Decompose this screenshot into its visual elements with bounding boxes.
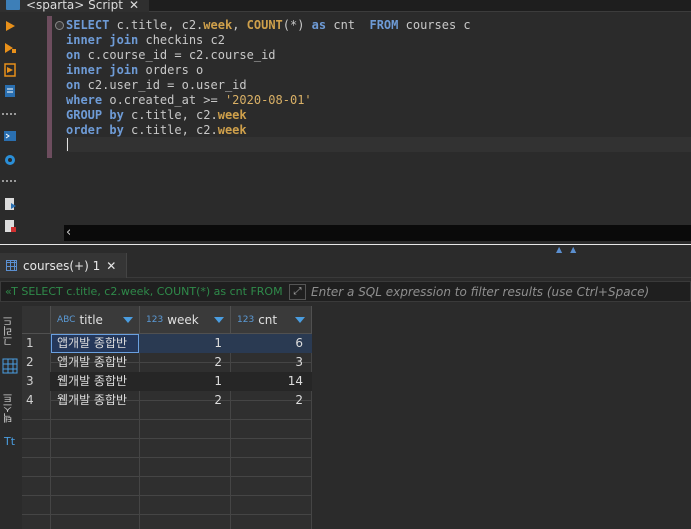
scroll-left-icon[interactable]: ‹ bbox=[66, 225, 71, 241]
sql-script-icon bbox=[6, 0, 20, 10]
fold-marker-icon[interactable] bbox=[55, 21, 64, 30]
editor-tab-strip: <sparta> Script ✕ bbox=[0, 0, 691, 12]
table-row[interactable]: 2 앱개발 종합반 2 3 bbox=[22, 353, 312, 372]
sort-dropdown-icon[interactable] bbox=[123, 317, 133, 323]
svg-text:Tt: Tt bbox=[3, 435, 16, 448]
text-view-tab[interactable]: 텍스트 bbox=[2, 388, 18, 428]
column-header-week[interactable]: 123 week bbox=[140, 306, 231, 334]
toolbar-separator bbox=[2, 180, 16, 182]
cell-title[interactable]: 웹개발 종합반 bbox=[51, 372, 139, 391]
sql-line-2: inner join checkins c2 bbox=[66, 33, 225, 47]
sql-editor[interactable]: SELECT c.title, c2.week, COUNT(*) as cnt… bbox=[22, 12, 691, 244]
grid-view-icon[interactable] bbox=[2, 358, 18, 374]
sql-line-6: where o.created_at >= '2020-08-01' bbox=[66, 93, 312, 107]
result-grid: ABC title 123 week 123 cnt 1 앱개발 종합반 1 6… bbox=[22, 306, 691, 529]
sql-line-3: on c.course_id = c2.course_id bbox=[66, 48, 276, 62]
row-number: 1 bbox=[22, 334, 50, 353]
tab-sparta-script[interactable]: <sparta> Script ✕ bbox=[0, 0, 150, 12]
horizontal-scrollbar[interactable]: ‹ bbox=[64, 225, 691, 241]
result-view-tabs: 그리드 텍스트 Tt bbox=[0, 306, 20, 529]
table-grid-icon bbox=[6, 260, 17, 271]
current-line-highlight bbox=[66, 137, 691, 152]
settings-gear-icon[interactable] bbox=[3, 153, 17, 167]
results-tab-label: courses(+) 1 bbox=[23, 258, 101, 273]
tab-title: <sparta> Script bbox=[26, 0, 123, 12]
cell-week[interactable]: 2 bbox=[140, 353, 230, 372]
sql-line-8: order by c.title, c2.week bbox=[66, 123, 247, 137]
terminal-icon[interactable] bbox=[3, 129, 17, 143]
results-tab[interactable]: courses(+) 1 ✕ bbox=[0, 253, 128, 278]
cell-week[interactable]: 1 bbox=[140, 372, 230, 391]
table-row[interactable]: 4 웹개발 종합반 2 2 bbox=[22, 391, 312, 410]
column-header-cnt[interactable]: 123 cnt bbox=[231, 306, 312, 334]
filter-expression-input[interactable] bbox=[311, 283, 689, 301]
filter-query-prefix: «T bbox=[5, 285, 18, 298]
sort-dropdown-icon[interactable] bbox=[295, 317, 305, 323]
statement-range-marker bbox=[47, 16, 52, 158]
sql-line-7: GROUP by c.title, c2.week bbox=[66, 108, 247, 122]
cell-cnt[interactable]: 2 bbox=[231, 391, 311, 410]
table-row[interactable]: 3 웹개발 종합반 1 14 bbox=[22, 372, 312, 391]
number-type-icon: 123 bbox=[146, 314, 164, 325]
export-icon[interactable] bbox=[3, 197, 17, 211]
row-number-header bbox=[22, 306, 51, 334]
row-number: 4 bbox=[22, 391, 50, 410]
tab-close-icon[interactable]: ✕ bbox=[129, 0, 139, 12]
filter-query-text[interactable]: «T SELECT c.title, c2.week, COUNT(*) as … bbox=[5, 284, 285, 300]
expand-filter-icon[interactable]: ⤢ bbox=[289, 284, 306, 300]
filter-bar: «T SELECT c.title, c2.week, COUNT(*) as … bbox=[0, 281, 691, 302]
sql-line-5: on c2.user_id = o.user_id bbox=[66, 78, 247, 92]
filter-query-sql: SELECT c.title, c2.week, COUNT(*) as cnt… bbox=[21, 285, 283, 298]
grid-view-tab[interactable]: 그리드 bbox=[2, 312, 18, 350]
cell-title[interactable]: 앱개발 종합반 bbox=[51, 334, 139, 353]
column-name: week bbox=[167, 312, 199, 327]
explain-plan-icon[interactable] bbox=[3, 84, 17, 98]
execute-new-tab-icon[interactable] bbox=[3, 41, 17, 55]
panel-splitter[interactable]: ▲▲ bbox=[0, 244, 691, 254]
cell-week[interactable]: 2 bbox=[140, 391, 230, 410]
execute-statement-icon[interactable] bbox=[3, 19, 17, 33]
toolbar-separator bbox=[2, 113, 16, 115]
cell-cnt[interactable]: 6 bbox=[231, 334, 311, 353]
close-result-icon[interactable] bbox=[3, 219, 17, 233]
sort-dropdown-icon[interactable] bbox=[214, 317, 224, 323]
row-number: 3 bbox=[22, 372, 50, 391]
number-type-icon: 123 bbox=[237, 314, 255, 325]
editor-side-toolbar bbox=[0, 12, 22, 244]
column-name: cnt bbox=[258, 312, 278, 327]
sql-text[interactable]: SELECT c.title, c2.week, COUNT(*) as cnt… bbox=[66, 18, 471, 138]
cell-week[interactable]: 1 bbox=[140, 334, 230, 353]
text-type-icon: ABC bbox=[57, 314, 76, 325]
table-row[interactable]: 1 앱개발 종합반 1 6 bbox=[22, 334, 312, 353]
row-number: 2 bbox=[22, 353, 50, 372]
cell-title[interactable]: 앱개발 종합반 bbox=[51, 353, 139, 372]
sql-line-4: inner join orders o bbox=[66, 63, 204, 77]
text-caret bbox=[67, 138, 68, 151]
results-tab-bar: courses(+) 1 ✕ bbox=[0, 253, 691, 278]
text-view-icon[interactable]: Tt bbox=[2, 432, 18, 448]
column-name: title bbox=[79, 312, 103, 327]
cell-cnt[interactable]: 14 bbox=[231, 372, 311, 391]
execute-script-icon[interactable] bbox=[3, 63, 17, 77]
results-tab-close-icon[interactable]: ✕ bbox=[106, 259, 116, 273]
cell-title[interactable]: 웹개발 종합반 bbox=[51, 391, 139, 410]
cell-cnt[interactable]: 3 bbox=[231, 353, 311, 372]
column-header-title[interactable]: ABC title bbox=[51, 306, 140, 334]
sql-line-1: SELECT c.title, c2.week, COUNT(*) as cnt… bbox=[66, 18, 471, 32]
